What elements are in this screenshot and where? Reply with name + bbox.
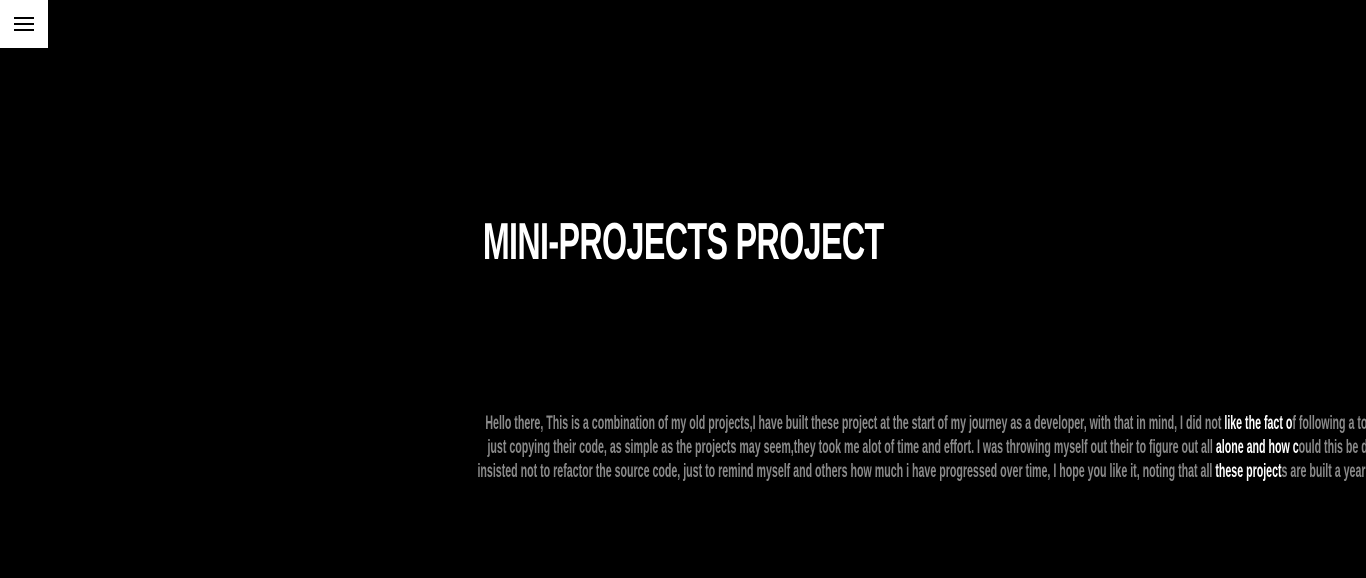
intro-paragraph: Hello there, This is a combination of my…: [120, 412, 1366, 484]
intro-line-1: Hello there, This is a combination of my…: [120, 412, 1366, 436]
hamburger-icon-bar: [14, 23, 34, 25]
intro-text: s are built a year ago: [1281, 461, 1366, 482]
intro-line-2: just copying their code, as simple as th…: [120, 436, 1366, 460]
page-title: MINI-PROJECTS PROJECT: [0, 206, 1366, 278]
intro-highlight: like the fact o: [1224, 413, 1293, 434]
intro-text: insisted not to refactor the source code…: [477, 461, 1216, 482]
intro-text: f following a toturial and: [1292, 413, 1366, 434]
page-title-text: MINI-PROJECTS PROJECT: [482, 213, 884, 271]
intro-highlight: these project: [1215, 461, 1282, 482]
intro-highlight: alone and how c: [1215, 437, 1299, 458]
hamburger-icon-bar: [14, 29, 34, 31]
intro-text: just copying their code, as simple as th…: [487, 437, 1216, 458]
hamburger-icon: [14, 17, 34, 19]
intro-line-3: insisted not to refactor the source code…: [120, 460, 1366, 484]
intro-text: Hello there, This is a combination of my…: [485, 413, 1225, 434]
intro-text: ould this be done, I have: [1298, 437, 1366, 458]
menu-button[interactable]: [0, 0, 48, 48]
